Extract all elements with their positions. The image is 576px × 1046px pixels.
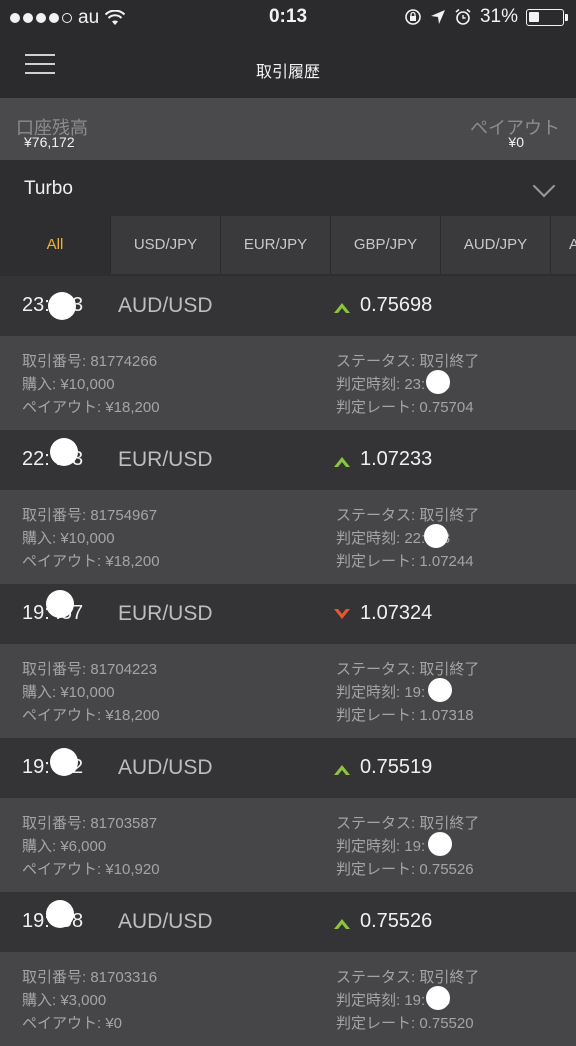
trade-purchase: 購入: ¥6,000 <box>22 838 107 855</box>
up-arrow-icon <box>334 765 350 775</box>
trade-rate: 1.07233 <box>360 448 433 470</box>
up-arrow-icon <box>334 303 350 313</box>
trade-item[interactable]: 22: :03 EUR/USD 1.07233 取引番号: 81754967 購… <box>0 430 576 584</box>
redaction-mark <box>426 370 450 394</box>
mode-label: Turbo <box>24 178 73 199</box>
trade-details: 取引番号: 81703587 購入: ¥6,000 ペイアウト: ¥10,920… <box>0 798 576 892</box>
trade-item[interactable]: 19: :58 AUD/USD 0.75526 取引番号: 81703316 購… <box>0 892 576 1046</box>
trade-judge-rate: 判定レート: 1.07244 <box>336 553 474 570</box>
trade-details: 取引番号: 81704223 購入: ¥10,000 ペイアウト: ¥18,20… <box>0 644 576 738</box>
trade-purchase: 購入: ¥10,000 <box>22 376 115 393</box>
nav-bar: 取引履歴 <box>0 34 576 98</box>
trade-pair: AUD/USD <box>118 294 213 317</box>
balance-summary: 口座残高 ¥76,172 ペイアウト ¥0 <box>0 98 576 160</box>
trade-judge-rate: 判定レート: 0.75520 <box>336 1015 474 1032</box>
trade-payout: ペイアウト: ¥10,920 <box>22 861 160 878</box>
trade-header: 19: :57 EUR/USD 1.07324 <box>0 584 576 644</box>
trade-header: 23: :03 AUD/USD 0.75698 <box>0 276 576 336</box>
trade-status: ステータス: 取引終了 <box>336 969 480 986</box>
battery-percent: 31% <box>479 6 518 27</box>
tab-gbp-jpy[interactable]: GBP/JPY <box>330 216 440 274</box>
payout-value: ¥0 <box>508 134 524 150</box>
trade-payout: ペイアウト: ¥18,200 <box>22 553 160 570</box>
redaction-mark <box>50 438 78 466</box>
trade-purchase: 購入: ¥3,000 <box>22 992 107 1009</box>
trade-pair: AUD/USD <box>118 756 213 779</box>
trade-status: ステータス: 取引終了 <box>336 815 480 832</box>
tab-aud-jpy[interactable]: AUD/JPY <box>440 216 550 274</box>
trade-pair: EUR/USD <box>118 602 213 625</box>
redaction-mark <box>428 678 452 702</box>
page-title: 取引履歴 <box>255 64 320 81</box>
redaction-mark <box>424 524 448 548</box>
trade-payout: ペイアウト: ¥18,200 <box>22 707 160 724</box>
redaction-mark <box>426 986 450 1010</box>
trade-item[interactable]: 19: :02 AUD/USD 0.75519 取引番号: 81703587 購… <box>0 738 576 892</box>
tab-overflow[interactable]: A <box>550 216 576 274</box>
trade-purchase: 購入: ¥10,000 <box>22 530 115 547</box>
redaction-mark <box>48 292 76 320</box>
trade-details: 取引番号: 81703316 購入: ¥3,000 ペイアウト: ¥0 ステータ… <box>0 952 576 1046</box>
trade-status: ステータス: 取引終了 <box>336 661 480 678</box>
trade-id: 取引番号: 81754967 <box>22 507 158 524</box>
redaction-mark <box>50 748 78 776</box>
trade-pair: EUR/USD <box>118 448 213 471</box>
trade-id: 取引番号: 81703587 <box>22 815 158 832</box>
trade-pair: AUD/USD <box>118 910 213 933</box>
tab-eur-jpy[interactable]: EUR/JPY <box>220 216 330 274</box>
tab-all[interactable]: All <box>0 214 110 276</box>
trade-judge-rate: 判定レート: 1.07318 <box>336 707 474 724</box>
account-balance-value: ¥76,172 <box>24 134 75 150</box>
orientation-lock-icon <box>405 9 421 25</box>
trade-payout: ペイアウト: ¥0 <box>22 1015 123 1032</box>
redaction-mark <box>46 900 74 928</box>
up-arrow-icon <box>334 457 350 467</box>
battery-icon <box>526 8 568 26</box>
trade-details: 取引番号: 81754967 購入: ¥10,000 ペイアウト: ¥18,20… <box>0 490 576 584</box>
redaction-mark <box>428 832 452 856</box>
tab-usd-jpy[interactable]: USD/JPY <box>110 216 220 274</box>
trade-details: 取引番号: 81774266 購入: ¥10,000 ペイアウト: ¥18,20… <box>0 336 576 430</box>
trade-rate: 1.07324 <box>360 602 433 624</box>
trade-header: 19: :02 AUD/USD 0.75519 <box>0 738 576 798</box>
alarm-icon <box>455 8 471 25</box>
trade-id: 取引番号: 81703316 <box>22 969 158 986</box>
currency-tabs: All USD/JPY EUR/JPY GBP/JPY AUD/JPY A <box>0 214 576 276</box>
trade-purchase: 購入: ¥10,000 <box>22 684 115 701</box>
down-arrow-icon <box>334 609 350 619</box>
trade-header: 19: :58 AUD/USD 0.75526 <box>0 892 576 952</box>
trade-payout: ペイアウト: ¥18,200 <box>22 399 160 416</box>
location-icon <box>430 10 445 24</box>
chevron-down-icon[interactable] <box>532 174 556 198</box>
up-arrow-icon <box>334 919 350 929</box>
trade-status: ステータス: 取引終了 <box>336 507 480 524</box>
trade-id: 取引番号: 81704223 <box>22 661 158 678</box>
mode-selector[interactable]: Turbo <box>0 160 576 214</box>
trade-rate: 0.75698 <box>360 294 433 316</box>
status-bar: au 0:13 31% <box>0 0 576 34</box>
redaction-mark <box>46 590 74 618</box>
trade-header: 22: :03 EUR/USD 1.07233 <box>0 430 576 490</box>
trade-judge-rate: 判定レート: 0.75526 <box>336 861 474 878</box>
trade-rate: 0.75519 <box>360 756 433 778</box>
trade-status: ステータス: 取引終了 <box>336 353 480 370</box>
trade-rate: 0.75526 <box>360 910 433 932</box>
trade-id: 取引番号: 81774266 <box>22 353 158 370</box>
trade-item[interactable]: 19: :57 EUR/USD 1.07324 取引番号: 81704223 購… <box>0 584 576 738</box>
trade-judge-rate: 判定レート: 0.75704 <box>336 399 474 416</box>
trade-item[interactable]: 23: :03 AUD/USD 0.75698 取引番号: 81774266 購… <box>0 276 576 430</box>
